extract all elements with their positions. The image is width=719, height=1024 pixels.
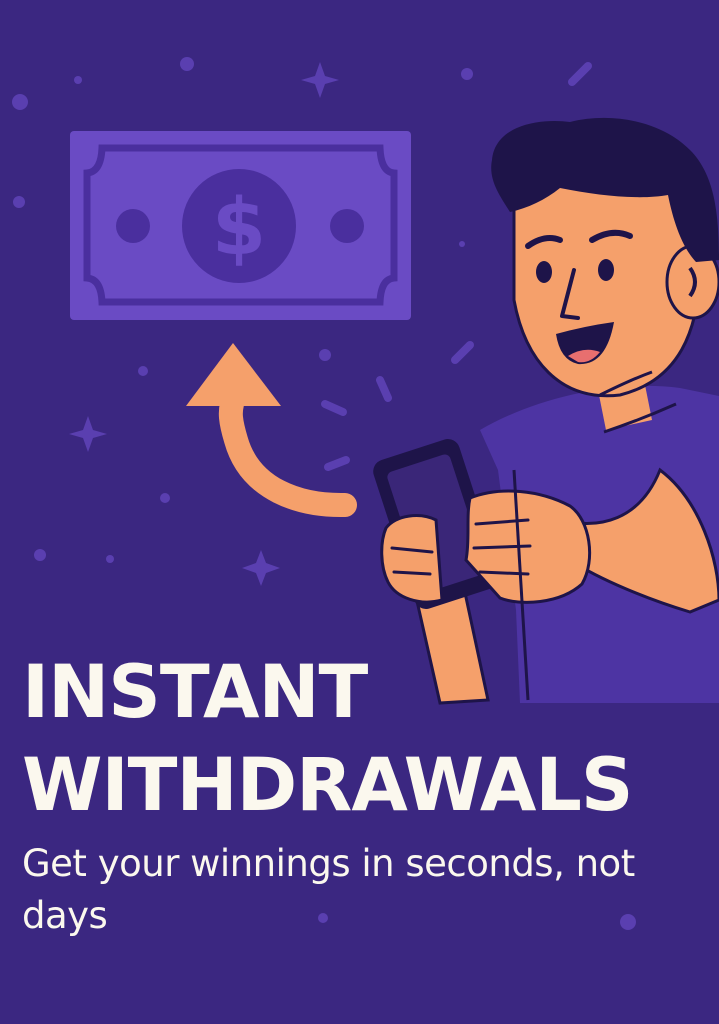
- headline-line-1: INSTANT: [22, 650, 368, 735]
- headline-line-2: WITHDRAWALS: [22, 743, 633, 828]
- banknote-symbol: $: [212, 183, 266, 273]
- subheadline: Get your winnings in seconds, not days: [22, 842, 635, 937]
- banknote-icon: $: [70, 131, 411, 320]
- headline: INSTANT WITHDRAWALS: [22, 646, 633, 832]
